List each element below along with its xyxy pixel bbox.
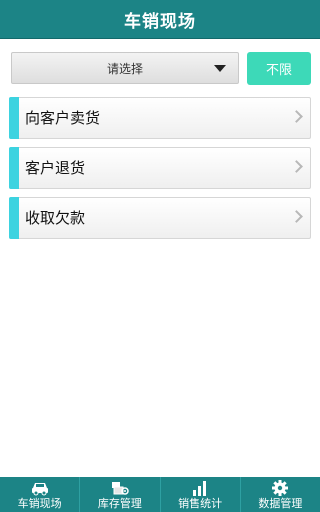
gear-icon <box>272 480 289 496</box>
menu-item-label: 收取欠款 <box>25 209 86 227</box>
unlimited-button[interactable]: 不限 <box>247 52 311 85</box>
page-title: 车销现场 <box>124 11 196 32</box>
tab-sales-stats[interactable]: 销售统计 <box>161 477 241 512</box>
dropdown-arrow-icon <box>214 65 226 72</box>
tab-data-management[interactable]: 数据管理 <box>241 477 320 512</box>
menu-item-label: 客户退货 <box>25 159 86 177</box>
menu-item-sell-to-customer[interactable]: 向客户卖货 <box>9 97 311 139</box>
tab-label: 销售统计 <box>178 497 223 510</box>
inventory-icon <box>111 482 129 495</box>
chevron-right-icon <box>290 110 303 123</box>
tab-sales-field[interactable]: 车销现场 <box>0 477 81 512</box>
customer-select[interactable]: 请选择 <box>11 52 239 84</box>
car-icon <box>31 483 48 496</box>
tab-label: 车销现场 <box>17 497 62 510</box>
tab-inventory[interactable]: 库存管理 <box>80 477 161 512</box>
tab-label: 库存管理 <box>97 497 142 510</box>
menu-accent <box>9 197 19 239</box>
chevron-right-icon <box>290 160 303 173</box>
filter-row: 请选择 不限 <box>11 52 311 86</box>
app-header: 车销现场 <box>0 0 320 39</box>
menu-accent <box>9 147 19 189</box>
menu-item-customer-return[interactable]: 客户退货 <box>9 147 311 189</box>
tab-label: 数据管理 <box>258 497 303 510</box>
menu-item-label: 向客户卖货 <box>25 109 101 127</box>
chevron-right-icon <box>290 210 303 223</box>
select-label: 请选择 <box>106 61 143 76</box>
menu-accent <box>9 97 19 139</box>
bar-chart-icon <box>193 481 207 496</box>
menu-list: 向客户卖货 客户退货 收取欠款 <box>9 97 311 247</box>
menu-item-collect-debt[interactable]: 收取欠款 <box>9 197 311 239</box>
bottom-tab-bar: 车销现场 库存管理 销售统计 数据管理 <box>0 477 320 512</box>
